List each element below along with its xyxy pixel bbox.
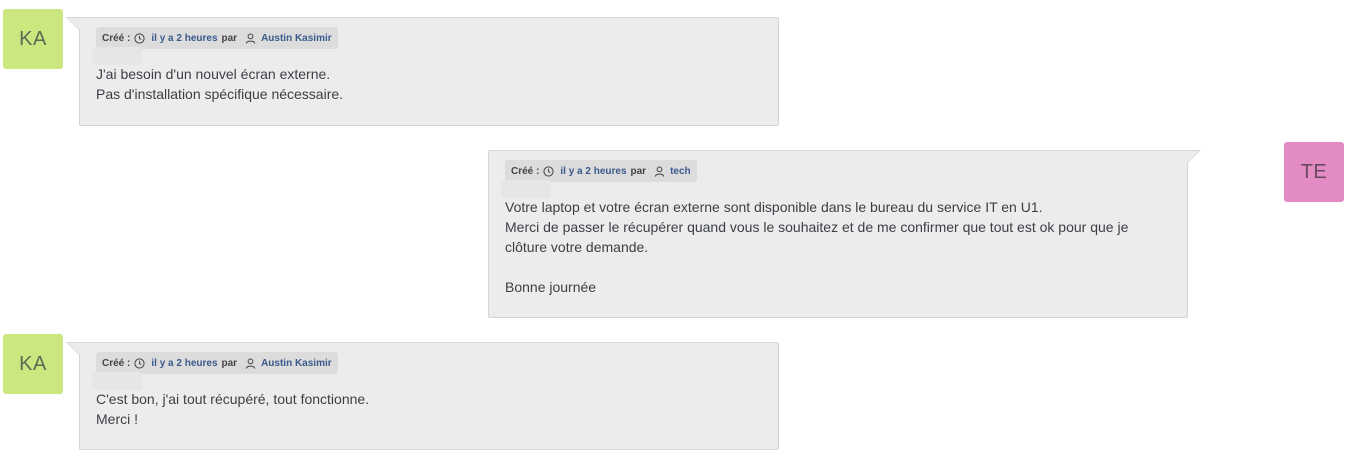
by-label: par bbox=[221, 32, 238, 44]
message-line: Merci de passer le récupérer quand vous … bbox=[505, 219, 1129, 235]
timestamp-link[interactable]: il y a 2 heures bbox=[151, 33, 217, 44]
by-label: par bbox=[221, 357, 238, 369]
avatar: KA bbox=[3, 9, 63, 69]
avatar: TE bbox=[1284, 142, 1344, 202]
message-bubble: Créé : il y a 2 heures par Austin Kasimi… bbox=[66, 342, 779, 450]
message-content: Votre laptop et votre écran externe sont… bbox=[505, 197, 1171, 297]
user-icon bbox=[245, 358, 256, 369]
message-line: J'ai besoin d'un nouvel écran externe. bbox=[96, 66, 331, 82]
message-bubble: Créé : il y a 2 heures par tech Votre la… bbox=[488, 150, 1201, 318]
message-line: clôture votre demande. bbox=[505, 239, 649, 255]
message-content: J'ai besoin d'un nouvel écran externe. P… bbox=[96, 64, 762, 104]
clock-icon bbox=[134, 357, 145, 369]
created-label: Créé : bbox=[102, 357, 131, 369]
message-bubble: Créé : il y a 2 heures par Austin Kasimi… bbox=[66, 17, 779, 126]
created-label: Créé : bbox=[511, 165, 540, 177]
author-link[interactable]: Austin Kasimir bbox=[261, 358, 332, 369]
clock-icon bbox=[134, 32, 145, 44]
user-icon bbox=[245, 33, 256, 44]
message-content: C'est bon, j'ai tout récupéré, tout fonc… bbox=[96, 389, 762, 429]
message-line: Merci ! bbox=[96, 411, 138, 427]
message-meta: Créé : il y a 2 heures par Austin Kasimi… bbox=[92, 352, 338, 390]
message-line: Pas d'installation spécifique nécessaire… bbox=[96, 86, 344, 102]
by-label: par bbox=[630, 165, 647, 177]
conversation-thread: KA Créé : il y a 2 heures par Austin Kas… bbox=[0, 0, 1359, 463]
message-meta: Créé : il y a 2 heures par tech bbox=[501, 160, 697, 198]
avatar: KA bbox=[3, 334, 63, 394]
author-link[interactable]: tech bbox=[670, 166, 691, 177]
clock-icon bbox=[543, 165, 554, 177]
message-line: C'est bon, j'ai tout récupéré, tout fonc… bbox=[96, 391, 370, 407]
created-label: Créé : bbox=[102, 32, 131, 44]
timestamp-link[interactable]: il y a 2 heures bbox=[560, 166, 626, 177]
message-line: Bonne journée bbox=[505, 279, 597, 295]
message-meta: Créé : il y a 2 heures par Austin Kasimi… bbox=[92, 27, 338, 65]
timestamp-link[interactable]: il y a 2 heures bbox=[151, 358, 217, 369]
author-link[interactable]: Austin Kasimir bbox=[261, 33, 332, 44]
user-icon bbox=[654, 166, 665, 177]
message-line: Votre laptop et votre écran externe sont… bbox=[505, 199, 1043, 215]
